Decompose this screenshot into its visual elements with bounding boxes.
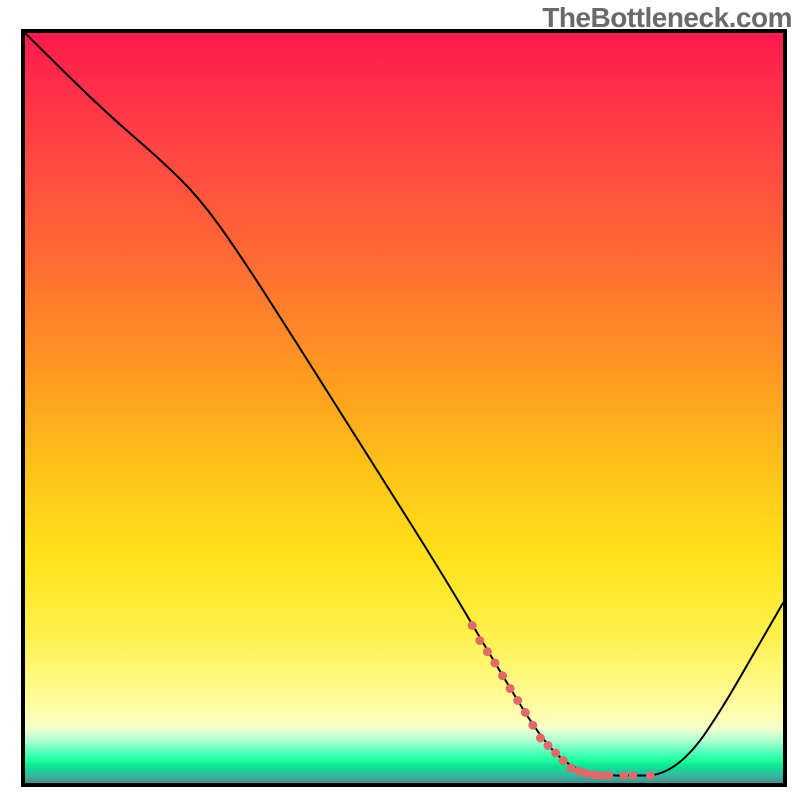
pink-dot [544,741,553,750]
pink-dot [646,771,655,780]
black-curve-path [25,33,783,776]
pink-dot [528,721,537,730]
pink-dot [506,684,515,693]
pink-dot [513,696,522,705]
pink-dot [536,734,545,743]
pink-dot [620,771,629,780]
pink-dot [581,769,590,778]
watermark-text: TheBottleneck.com [542,2,792,34]
pink-dot [574,767,583,776]
pink-dot [551,749,560,758]
pink-dot [521,708,530,717]
pink-dot [604,771,613,780]
pink-dot [629,771,638,780]
pink-overlay-group [468,621,655,780]
chart-container: TheBottleneck.com [0,0,800,800]
pink-dot [490,659,499,668]
pink-dot [468,621,477,630]
pink-dot [483,647,492,656]
pink-dot [559,756,568,765]
plot-area [21,29,787,787]
curve-layer [25,33,783,783]
pink-dot [498,671,507,680]
pink-dot [475,636,484,645]
